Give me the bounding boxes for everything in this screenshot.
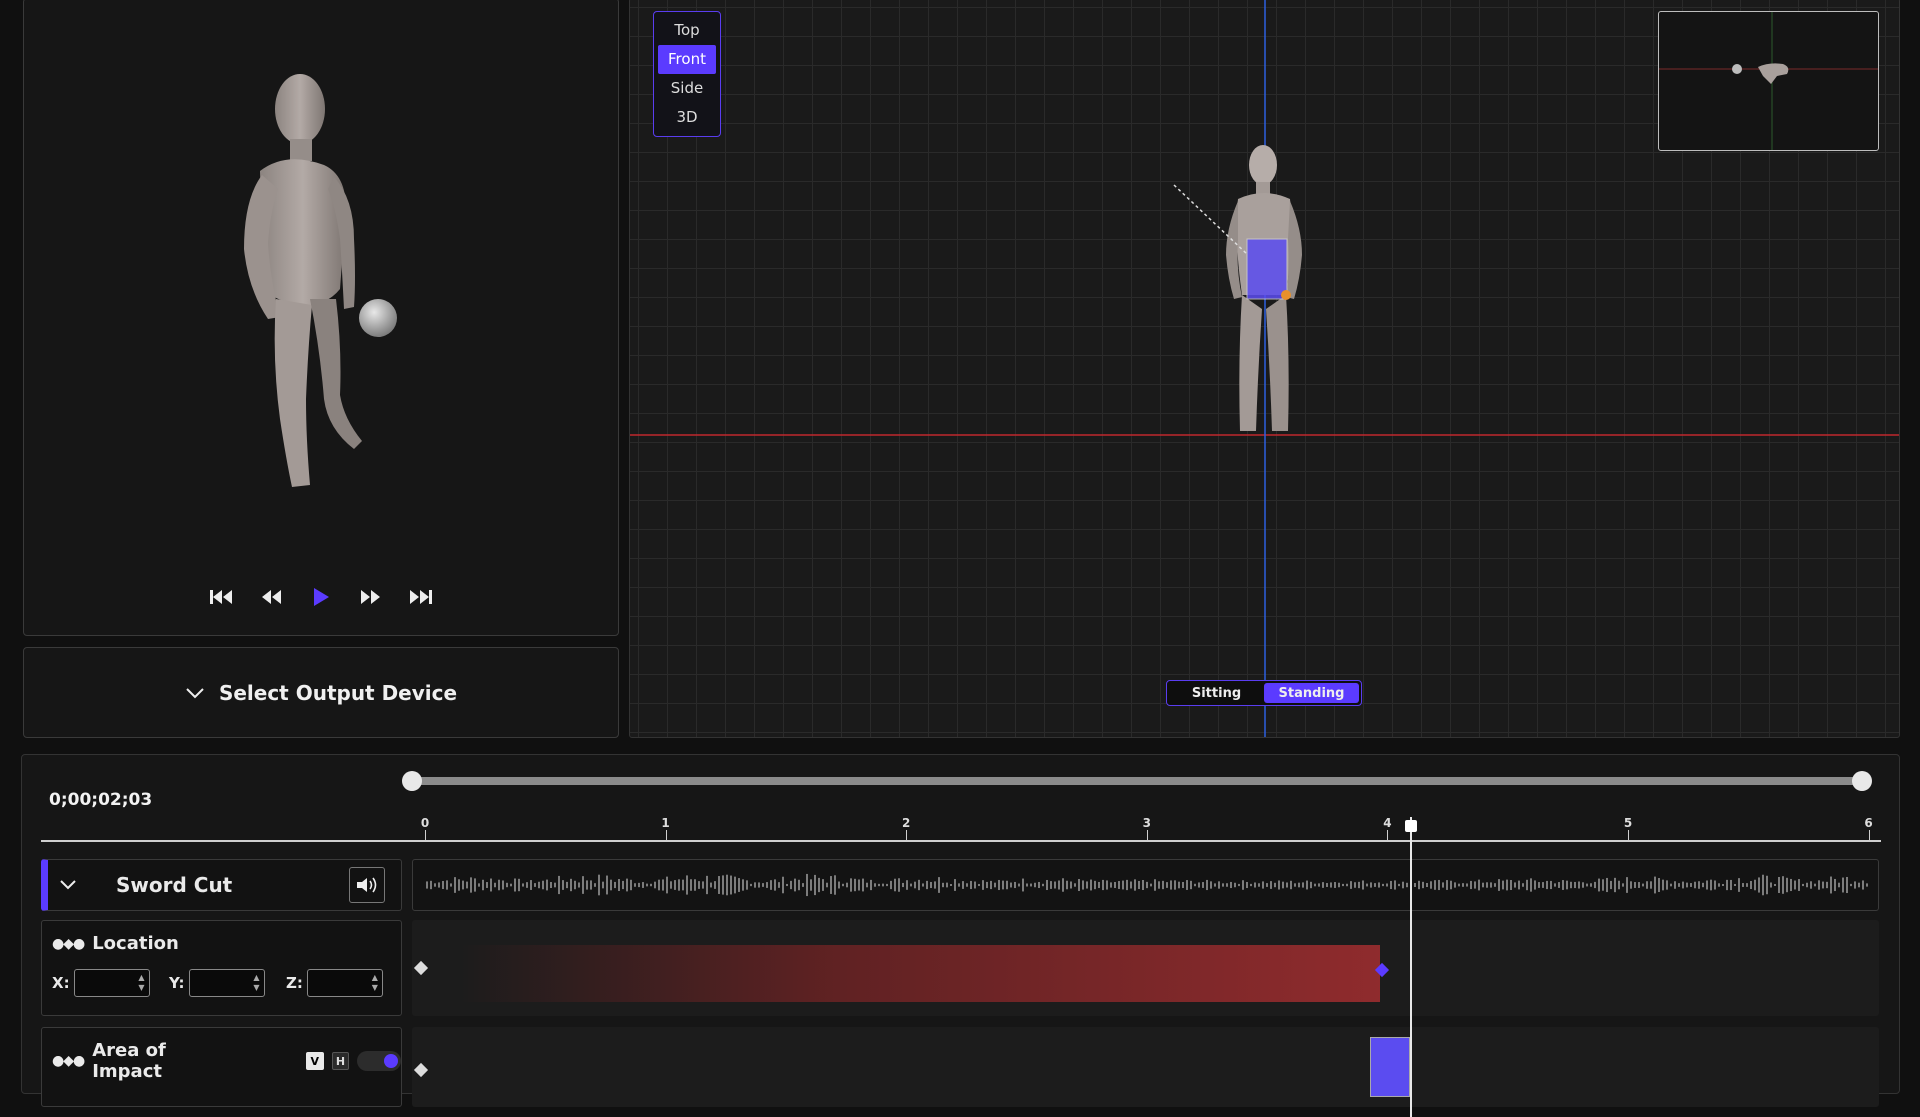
character-preview-render — [244, 74, 397, 487]
vertical-toggle[interactable]: V — [305, 1052, 324, 1070]
keyframe-nav-icon[interactable]: ●◆● — [52, 936, 85, 952]
audio-waveform-lane[interactable] — [412, 859, 1879, 911]
ruler-tick — [1146, 830, 1148, 840]
y-input[interactable]: ▲ ▼ — [188, 969, 265, 997]
skip-to-end-icon[interactable] — [407, 584, 435, 610]
track-header-sword-cut[interactable]: Sword Cut — [41, 859, 402, 911]
timecode: 0;00;02;03 — [49, 790, 153, 810]
ruler-tick — [425, 830, 426, 840]
ruler-tick-label: 6 — [1864, 816, 1873, 830]
ruler-tick-label: 5 — [1623, 816, 1633, 830]
preview-panel — [23, 0, 619, 636]
skip-to-start-icon[interactable] — [207, 584, 235, 610]
track-header-location: ●◆● Location X: ▲ ▼ Y: ▲ ▼ Z: ▲ ▼ — [41, 920, 402, 1016]
rewind-icon[interactable] — [257, 584, 285, 610]
playhead-line — [1410, 817, 1412, 1117]
impact-enable-toggle[interactable] — [357, 1051, 401, 1071]
ruler-tick-label: 0 — [420, 816, 430, 830]
output-device-label: Select Output Device — [218, 680, 458, 705]
z-label: Z: — [286, 974, 303, 992]
keyframe[interactable] — [413, 1062, 429, 1078]
view-top[interactable]: Top — [658, 16, 716, 45]
track-title: Location — [92, 933, 179, 954]
view-selector: Top Front Side 3D — [653, 11, 721, 137]
track-title: Sword Cut — [116, 873, 233, 897]
timeline-panel: 0;00;02;03 0 1 2 3 4 5 6 Sword Cut ●◆● Locatio… — [21, 754, 1900, 1117]
location-lane[interactable] — [412, 920, 1879, 1016]
select-output-device-button[interactable]: Select Output Device — [23, 647, 619, 738]
ruler-tick — [1868, 830, 1870, 840]
posture-toggle: Sitting Standing — [1166, 680, 1362, 706]
range-start-handle[interactable] — [402, 771, 422, 791]
z-input[interactable]: ▲ ▼ — [306, 969, 383, 997]
ruler-tick — [1387, 830, 1389, 840]
speaker-icon[interactable] — [349, 867, 385, 903]
impact-area-box[interactable] — [1246, 238, 1288, 300]
range-slider[interactable] — [402, 771, 1872, 791]
posture-sitting[interactable]: Sitting — [1169, 683, 1264, 703]
minimap[interactable] — [1658, 11, 1879, 151]
impact-clip[interactable] — [1370, 1037, 1410, 1097]
scene-viewport[interactable]: Top Front Side 3D Sitting Standing — [629, 0, 1900, 738]
view-front[interactable]: Front — [658, 45, 716, 74]
ruler-tick — [1628, 830, 1629, 840]
keyframe[interactable] — [413, 960, 429, 976]
playhead-handle[interactable] — [1405, 820, 1417, 832]
x-label: X: — [52, 974, 70, 992]
ruler-tick-label: 1 — [661, 816, 670, 830]
track-header-area-of-impact: ●◆● Area of Impact V H — [41, 1027, 402, 1107]
location-clip[interactable] — [460, 945, 1380, 1002]
view-side[interactable]: Side — [658, 74, 716, 103]
chevron-down-icon[interactable] — [60, 880, 76, 890]
waveform — [426, 873, 1868, 897]
ruler-tick — [665, 830, 667, 840]
keyframe-nav-icon[interactable]: ●◆● — [52, 1053, 85, 1069]
view-3d[interactable]: 3D — [658, 103, 716, 132]
transport-controls — [24, 584, 618, 610]
track-title: Area of Impact — [92, 1040, 166, 1082]
fast-forward-icon[interactable] — [357, 584, 385, 610]
posture-standing[interactable]: Standing — [1264, 683, 1359, 703]
ruler-tick-label: 2 — [902, 816, 911, 830]
y-label: Y: — [169, 974, 185, 992]
time-ruler[interactable]: 0 1 2 3 4 5 6 — [41, 812, 1881, 842]
play-icon[interactable] — [307, 584, 335, 610]
ruler-tick — [906, 830, 908, 840]
range-end-handle[interactable] — [1852, 771, 1872, 791]
area-of-impact-lane[interactable] — [412, 1027, 1879, 1107]
horizontal-toggle[interactable]: H — [331, 1052, 350, 1070]
ruler-tick-label: 3 — [1142, 816, 1151, 830]
ruler-tick-label: 4 — [1383, 816, 1392, 830]
x-input[interactable]: ▲ ▼ — [73, 969, 150, 997]
chevron-down-icon — [186, 687, 204, 698]
